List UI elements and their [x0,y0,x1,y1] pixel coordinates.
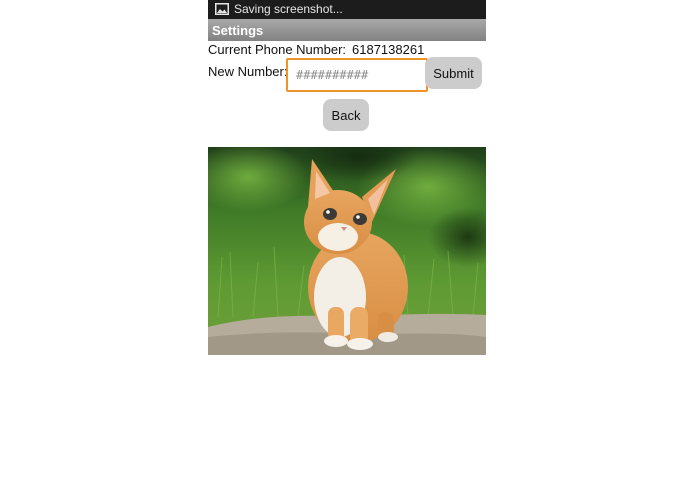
back-button[interactable]: Back [323,99,369,131]
image-icon [215,3,229,15]
current-phone-row: Current Phone Number: 6187138261 [208,42,424,58]
new-number-input[interactable] [286,58,428,92]
kitten-photo [208,147,486,355]
submit-button[interactable]: Submit [425,57,482,89]
page-title: Settings [212,23,264,38]
current-phone-label: Current Phone Number: [208,42,347,57]
status-text: Saving screenshot... [234,2,343,16]
new-number-label: New Number: [208,64,288,79]
status-bar: Saving screenshot... [208,0,486,19]
title-bar: Settings [208,19,486,41]
app-screen: Saving screenshot... Settings Current Ph… [208,0,486,494]
current-phone-value: 6187138261 [352,42,425,57]
